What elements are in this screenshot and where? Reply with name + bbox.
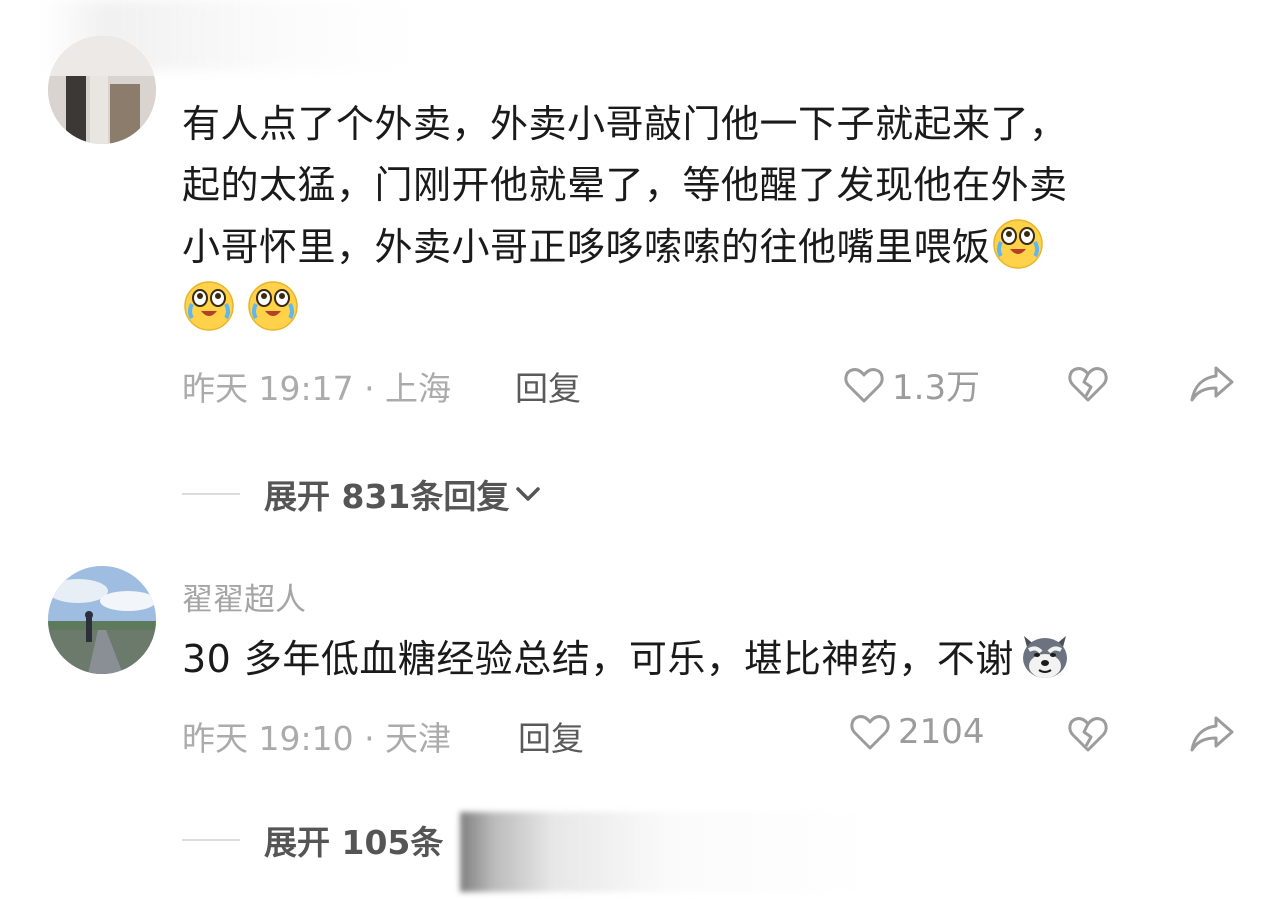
reply-button[interactable]: 回复 xyxy=(518,712,584,760)
broken-heart-icon[interactable] xyxy=(1066,712,1110,756)
comment-line: 有人点了个外卖，外卖小哥敲门他一下子就起来了， xyxy=(182,102,1068,146)
avatar-landscape-icon xyxy=(48,566,156,674)
chevron-down-icon xyxy=(516,487,541,501)
expand-replies-button[interactable]: 展开 831条回复 xyxy=(182,470,543,518)
comment-line xyxy=(182,278,1068,340)
like-count: 2104 xyxy=(898,712,985,752)
husky-emoji-icon xyxy=(1022,636,1067,678)
share-arrow-icon[interactable] xyxy=(1188,712,1236,756)
divider-line xyxy=(182,839,240,841)
heart-outline-icon xyxy=(844,367,884,402)
comment-text: 有人点了个外卖，外卖小哥敲门他一下子就起来了， 起的太猛，门刚开他就晕了，等他醒… xyxy=(182,94,1068,340)
avatar[interactable] xyxy=(48,36,156,144)
heart-outline-icon xyxy=(850,715,890,750)
comment-text: 30 多年低血糖经验总结，可乐，堪比神药，不谢 xyxy=(182,628,1072,690)
username[interactable]: 翟翟超人 xyxy=(182,574,306,619)
like-count: 1.3万 xyxy=(892,368,981,408)
like-button[interactable]: 2104 xyxy=(848,710,985,754)
expand-replies-button[interactable]: 展开 105条 xyxy=(182,816,443,864)
laugh-cry-emoji-icon xyxy=(992,219,1043,269)
comment-line: 起的太猛，门刚开他就晕了，等他醒了发现他在外卖 xyxy=(182,163,1068,207)
comment-meta: 昨天 19:10 · 天津 xyxy=(182,719,452,758)
avatar[interactable] xyxy=(48,566,156,674)
laugh-cry-emoji-icon xyxy=(184,281,234,331)
reply-button[interactable]: 回复 xyxy=(515,362,581,410)
divider-line xyxy=(182,493,240,495)
share-arrow-icon[interactable] xyxy=(1188,362,1236,406)
redacted-area xyxy=(460,812,880,892)
expand-replies-label: 展开 105条 xyxy=(264,823,444,862)
like-button[interactable]: 1.3万 xyxy=(842,360,980,409)
comment-line: 小哥怀里，外卖小哥正哆哆嗦嗦的往他嘴里喂饭 xyxy=(182,216,1068,278)
comment-meta: 昨天 19:17 · 上海 xyxy=(182,369,452,408)
expand-replies-label: 展开 831条回复 xyxy=(264,477,510,516)
comment-line: 30 多年低血糖经验总结，可乐，堪比神药，不谢 xyxy=(182,628,1072,690)
laugh-cry-emoji-icon xyxy=(248,281,298,331)
broken-heart-icon[interactable] xyxy=(1066,362,1110,406)
avatar-photo-icon xyxy=(48,36,156,144)
